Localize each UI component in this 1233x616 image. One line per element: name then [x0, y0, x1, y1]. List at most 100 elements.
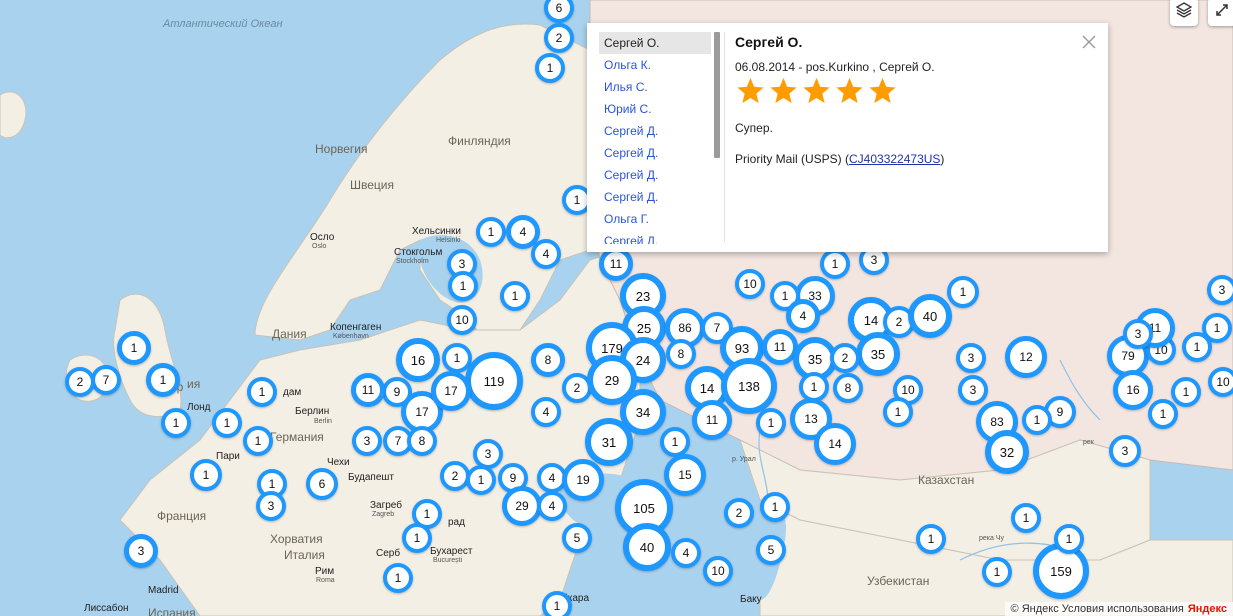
rating-stars [735, 76, 1084, 111]
cluster-marker[interactable]: 1 [161, 408, 191, 438]
cluster-marker[interactable]: 11 [599, 247, 633, 281]
cluster-marker[interactable]: 2 [544, 23, 574, 53]
cluster-marker[interactable]: 10 [447, 305, 477, 335]
cluster-marker[interactable]: 35 [856, 332, 900, 376]
cluster-marker[interactable]: 19 [562, 459, 604, 501]
reviewer-list-item[interactable]: Юрий С. [599, 98, 711, 120]
cluster-marker[interactable]: 1 [1171, 377, 1201, 407]
cluster-marker[interactable]: 15 [664, 454, 706, 496]
cluster-marker[interactable]: 1 [476, 217, 506, 247]
cluster-marker[interactable]: 2 [830, 343, 860, 373]
star-icon [801, 76, 832, 111]
layers-button[interactable] [1170, 0, 1198, 26]
review-meta: 06.08.2014 - pos.Kurkino , Сергей О. [735, 60, 935, 74]
cluster-marker[interactable]: 16 [1113, 370, 1153, 410]
cluster-marker[interactable]: 17 [431, 371, 471, 411]
cluster-marker[interactable]: 1 [820, 249, 850, 279]
yandex-logo: Яндекс [1187, 603, 1227, 615]
reviewer-list-item[interactable]: Сергей О. [599, 32, 711, 54]
cluster-marker[interactable]: 1 [146, 363, 180, 397]
cluster-marker[interactable]: 10 [1208, 367, 1233, 397]
cluster-marker[interactable]: 1 [402, 523, 432, 553]
cluster-marker[interactable]: 1 [660, 427, 690, 457]
cluster-marker[interactable]: 1 [982, 557, 1012, 587]
reviewer-list-item[interactable]: Сергей Д. [599, 186, 711, 208]
cluster-marker[interactable]: 4 [671, 538, 701, 568]
cluster-marker[interactable]: 8 [531, 343, 565, 377]
cluster-marker[interactable]: 8 [666, 339, 696, 369]
close-button[interactable] [1082, 35, 1096, 49]
reviewer-list-item[interactable]: Илья С. [599, 76, 711, 98]
cluster-marker[interactable]: 10 [703, 556, 733, 586]
cluster-marker[interactable]: 5 [562, 523, 592, 553]
cluster-marker[interactable]: 7 [91, 365, 121, 395]
cluster-marker[interactable]: 1 [1011, 503, 1041, 533]
cluster-marker[interactable]: 31 [585, 418, 633, 466]
cluster-marker[interactable]: 1 [1054, 524, 1084, 554]
reviewer-list: Сергей О. Ольга К. Илья С. Юрий С. Сергей Д.… [599, 32, 711, 244]
cluster-marker[interactable]: 10 [735, 269, 765, 299]
reviewer-list-item[interactable]: Ольга К. [599, 54, 711, 76]
review-content: Сергей О. 06.08.2014 - pos.Kurkino , Сер… [735, 34, 1084, 166]
cluster-marker[interactable]: 119 [465, 352, 523, 410]
cluster-marker[interactable]: 5 [756, 535, 786, 565]
cluster-marker[interactable]: 14 [814, 423, 856, 465]
cluster-marker[interactable]: 40 [623, 523, 671, 571]
cluster-marker[interactable]: 3 [352, 426, 382, 456]
reviewer-list-item[interactable]: Сергей Д. [599, 120, 711, 142]
cluster-marker[interactable]: 6 [306, 468, 338, 500]
cluster-marker[interactable]: 2 [724, 498, 754, 528]
cluster-marker[interactable]: 1 [542, 591, 572, 616]
reviewer-list-item[interactable]: Сергей Д. [599, 164, 711, 186]
cluster-marker[interactable]: 29 [502, 486, 542, 526]
cluster-marker[interactable]: 8 [833, 373, 863, 403]
cluster-marker[interactable]: 1 [1148, 399, 1178, 429]
cluster-marker[interactable]: 4 [531, 239, 561, 269]
cluster-marker[interactable]: 1 [1182, 332, 1212, 362]
cluster-marker[interactable]: 1 [243, 426, 273, 456]
cluster-marker[interactable]: 1 [448, 271, 478, 301]
cluster-marker[interactable]: 40 [908, 294, 952, 338]
fullscreen-button[interactable] [1208, 0, 1233, 26]
cluster-marker[interactable]: 11 [692, 400, 732, 440]
cluster-marker[interactable]: 16 [396, 338, 440, 382]
cluster-marker[interactable]: 32 [985, 430, 1029, 474]
cluster-marker[interactable]: 12 [1005, 336, 1047, 378]
star-icon [768, 76, 799, 111]
cluster-marker[interactable]: 1 [190, 459, 222, 491]
cluster-marker[interactable]: 3 [1123, 319, 1153, 349]
cluster-marker[interactable]: 1 [212, 408, 242, 438]
cluster-marker[interactable]: 8 [407, 426, 437, 456]
cluster-marker[interactable]: 1 [756, 408, 786, 438]
cluster-marker[interactable]: 3 [1109, 435, 1141, 467]
cluster-marker[interactable]: 1 [117, 331, 151, 365]
cluster-marker[interactable]: 1 [383, 563, 413, 593]
cluster-marker[interactable]: 1 [883, 397, 913, 427]
cluster-marker[interactable]: 1 [535, 53, 565, 83]
cluster-marker[interactable]: 3 [958, 375, 988, 405]
cluster-marker[interactable]: 1 [466, 465, 496, 495]
map-copyright: © Яндекс Условия использования Яндекс [1004, 602, 1233, 616]
cluster-marker[interactable]: 4 [531, 397, 561, 427]
cluster-marker[interactable]: 1 [247, 377, 277, 407]
reviewer-list-item[interactable]: Сергей Д. [599, 230, 711, 244]
reviewer-list-item[interactable]: Ольга Г. [599, 208, 711, 230]
cluster-marker[interactable]: 138 [721, 358, 777, 414]
cluster-marker[interactable]: 4 [786, 299, 820, 333]
cluster-marker[interactable]: 3 [124, 534, 158, 568]
cluster-marker[interactable]: 1 [500, 281, 530, 311]
cluster-marker[interactable]: 11 [351, 373, 385, 407]
cluster-marker[interactable]: 4 [537, 491, 567, 521]
cluster-marker[interactable]: 1 [1022, 405, 1052, 435]
cluster-marker[interactable]: 1 [760, 492, 790, 522]
copyright-text[interactable]: © Яндекс Условия использования [1011, 603, 1184, 615]
cluster-marker[interactable]: 1 [916, 524, 946, 554]
cluster-marker[interactable]: 2 [65, 367, 95, 397]
cluster-marker[interactable]: 3 [956, 343, 986, 373]
reviewer-list-item[interactable]: Сергей Д. [599, 142, 711, 164]
cluster-marker[interactable]: 3 [256, 491, 286, 521]
cluster-marker[interactable]: 1 [947, 276, 979, 308]
tracking-link[interactable]: CJ403322473US [849, 152, 940, 166]
cluster-marker[interactable]: 3 [1207, 275, 1233, 305]
list-scrollbar[interactable] [714, 32, 720, 158]
